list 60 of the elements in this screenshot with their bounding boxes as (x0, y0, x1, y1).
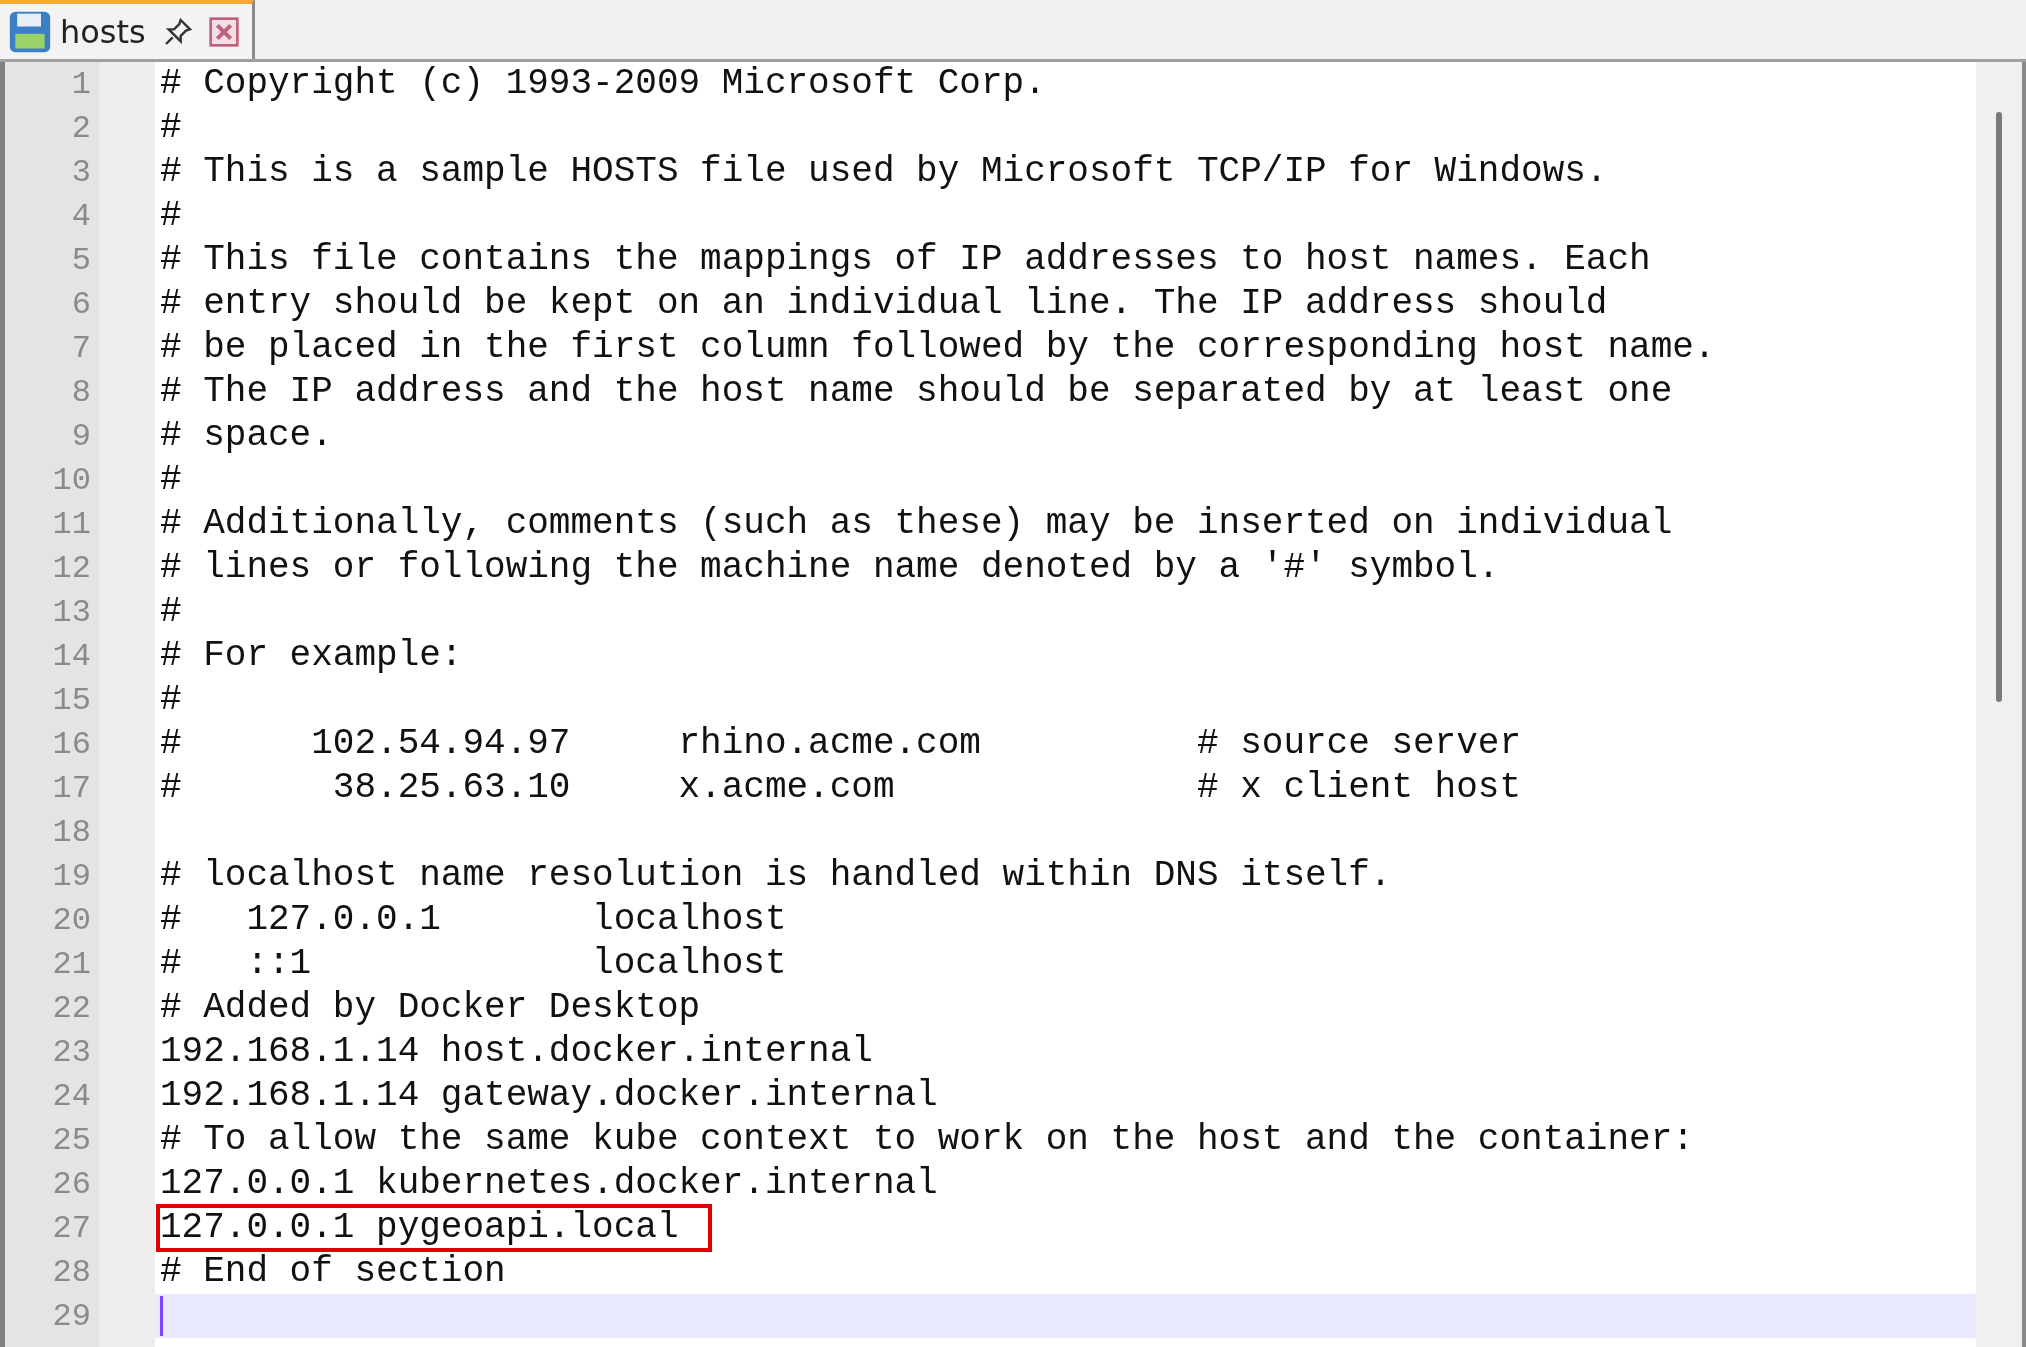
code-line: # ::1 localhost (160, 944, 787, 984)
line-number: 29 (52, 1297, 91, 1335)
code-line: # Added by Docker Desktop (160, 988, 701, 1028)
file-tab[interactable]: hosts (0, 0, 255, 59)
line-number: 17 (52, 769, 91, 807)
line-number: 18 (52, 813, 91, 851)
code-line: # (160, 196, 182, 236)
code-line: 192.168.1.14 host.docker.internal (160, 1032, 873, 1072)
scrollbar-thumb[interactable] (1996, 112, 2002, 702)
code-line: # (160, 592, 182, 632)
line-number: 8 (71, 373, 91, 411)
code-line: # End of section (160, 1252, 506, 1292)
code-line: # Additionally, comments (such as these) may be inserted on individual (160, 504, 1673, 544)
code-line: # (160, 680, 182, 720)
line-number: 21 (52, 945, 91, 983)
code-line: # be placed in the first column followed by the corresponding host name. (160, 328, 1716, 368)
line-number: 23 (52, 1033, 91, 1071)
line-number: 1 (71, 65, 91, 103)
line-number: 15 (52, 681, 91, 719)
line-number: 28 (52, 1253, 91, 1291)
text-caret (160, 1296, 163, 1336)
line-number: 7 (71, 329, 91, 367)
code-line: # (160, 460, 182, 500)
code-line: 192.168.1.14 gateway.docker.internal (160, 1076, 938, 1116)
code-line: # This file contains the mappings of IP addresses to host names. Each (160, 240, 1651, 280)
code-line: # 102.54.94.97 rhino.acme.com # source server (160, 724, 1522, 764)
code-line: # Copyright (c) 1993-2009 Microsoft Corp. (160, 64, 1046, 104)
code-line: # 127.0.0.1 localhost (160, 900, 787, 940)
line-number: 13 (52, 593, 91, 631)
code-line: # For example: (160, 636, 463, 676)
line-number: 3 (71, 153, 91, 191)
line-number: 14 (52, 637, 91, 675)
code-line: # 38.25.63.10 x.acme.com # x client host (160, 768, 1522, 808)
code-line: # This is a sample HOSTS file used by Microsoft TCP/IP for Windows. (160, 152, 1608, 192)
code-line: # lines or following the machine name denoted by a '#' symbol. (160, 548, 1500, 588)
close-icon[interactable] (207, 15, 240, 48)
code-line: # space. (160, 416, 333, 456)
line-number: 22 (52, 989, 91, 1027)
line-number: 11 (52, 505, 91, 543)
line-number: 25 (52, 1121, 91, 1159)
line-number: 19 (52, 857, 91, 895)
line-number: 4 (71, 197, 91, 235)
line-number: 10 (52, 461, 91, 499)
code-line: # The IP address and the host name should be separated by at least one (160, 372, 1673, 412)
line-number: 20 (52, 901, 91, 939)
line-number: 24 (52, 1077, 91, 1115)
code-line: 127.0.0.1 kubernetes.docker.internal (160, 1164, 938, 1204)
line-number: 12 (52, 549, 91, 587)
line-number: 5 (71, 241, 91, 279)
code-line: # To allow the same kube context to work on the host and the container: (160, 1120, 1694, 1160)
line-number: 26 (52, 1165, 91, 1203)
tab-label: hosts (60, 12, 146, 51)
line-number: 9 (71, 417, 91, 455)
line-number: 27 (52, 1209, 91, 1247)
line-number: 16 (52, 725, 91, 763)
code-line: # localhost name resolution is handled within DNS itself. (160, 856, 1392, 896)
line-number: 6 (71, 285, 91, 323)
code-line: # entry should be kept on an individual line. The IP address should (160, 284, 1608, 324)
code-line: # (160, 108, 182, 148)
line-number: 2 (71, 109, 91, 147)
